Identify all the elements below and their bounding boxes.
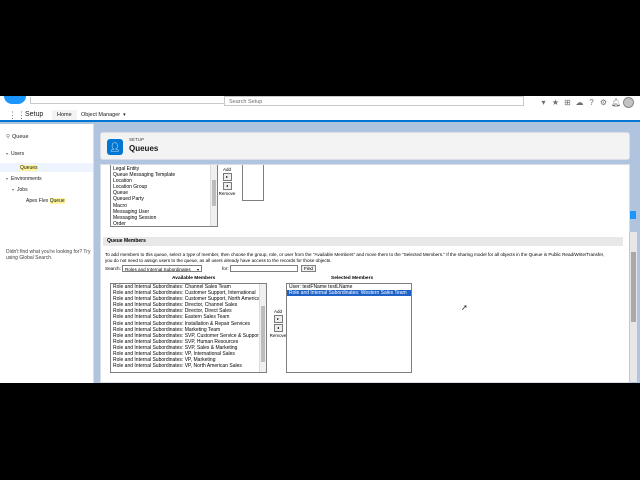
selected-row-bg — [0, 163, 93, 172]
tree-node-environments[interactable]: ▾ Environments — [6, 176, 42, 182]
tree-node-jobs[interactable]: ▾ Jobs — [12, 187, 28, 193]
app-launcher-icon[interactable]: ⋮⋮ — [8, 111, 26, 120]
member-search-input[interactable] — [230, 265, 298, 272]
tree-node-jobs-label: Jobs — [17, 187, 28, 193]
mouse-cursor-icon: ➚ — [461, 303, 468, 312]
tree-node-environments-label: Environments — [11, 176, 42, 182]
tab-object-manager-label: Object Manager — [81, 112, 121, 118]
side-panel-tab[interactable] — [630, 211, 636, 219]
trailhead-icon[interactable]: ☁ — [575, 98, 584, 107]
page-scrollbar[interactable] — [629, 232, 637, 382]
scrollbar[interactable] — [259, 284, 266, 372]
member-type-value: Roles and Internal Subordinates — [125, 267, 191, 272]
header-utility-icons: ▾ ★ ⊞ ☁ ? ⚙ 🔔︎ — [539, 97, 634, 108]
help-icon[interactable]: ? — [587, 98, 596, 107]
selected-members-header: Selected Members — [331, 276, 374, 281]
add-label: Add — [222, 167, 231, 172]
list-item-selected[interactable]: Role and Internal Subordinates: Western … — [287, 290, 411, 297]
scrollbar-thumb[interactable] — [261, 306, 265, 362]
add-arrow-button[interactable]: ▸ — [222, 173, 232, 181]
page-scrollbar-thumb[interactable] — [631, 252, 636, 322]
list-item[interactable]: Order — [111, 221, 217, 226]
available-members-header: Available Members — [172, 276, 216, 281]
tab-home[interactable]: Home — [52, 110, 77, 122]
sidebar-item-queues-label: Queues — [20, 165, 38, 171]
sidebar-item-queues[interactable]: Queues — [20, 165, 38, 171]
queues-icon: 👤︎ — [107, 139, 123, 155]
selected-members-list[interactable]: User: testFName testLName Role and Inter… — [286, 283, 412, 373]
sidebar-item-apex-flex-queue[interactable]: Apex Flex Queue — [26, 198, 65, 204]
available-objects-list[interactable]: Legal Entity Queue Messaging Template Lo… — [110, 165, 218, 227]
find-button[interactable]: Find — [301, 265, 316, 272]
dropdown-icon[interactable]: ▾ — [539, 98, 548, 107]
chevron-down-icon[interactable]: ▾ — [6, 176, 8, 181]
queue-edit-form: Legal Entity Queue Messaging Template Lo… — [100, 164, 630, 383]
member-search-row: Search: Roles and Internal Subordinates ▾… — [105, 265, 316, 272]
remove-arrow-button[interactable]: ◂ — [222, 182, 232, 190]
gear-icon[interactable]: ⚙ — [599, 98, 608, 107]
add-arrow-button[interactable]: ▸ — [273, 315, 283, 323]
object-move-buttons: Add ▸ ◂ Remove — [216, 167, 238, 196]
favorites-icon[interactable]: ★ — [551, 98, 560, 107]
queue-members-header: Queue Members — [103, 237, 623, 246]
main-content: 👤︎ SETUP Queues Legal Entity Queue Messa… — [96, 124, 636, 383]
apex-flex-prefix: Apex Flex — [26, 198, 50, 204]
avatar[interactable] — [623, 97, 634, 108]
tab-object-manager[interactable]: Object Manager ▾ — [76, 110, 131, 120]
help-text: Didn't find what you're looking for? Try… — [6, 249, 91, 261]
quick-find-value: Queue — [12, 134, 29, 140]
tab-home-label: Home — [57, 112, 72, 118]
chevron-down-icon[interactable]: ▾ — [6, 151, 8, 156]
selected-objects-list[interactable] — [242, 165, 264, 201]
list-item[interactable]: Role and Internal Subordinates: SVP, Cus… — [111, 333, 266, 339]
app-name: Setup — [25, 111, 44, 118]
tree-node-users-label: Users — [11, 151, 25, 157]
remove-arrow-button[interactable]: ◂ — [273, 324, 283, 332]
context-bar: ⋮⋮ Setup Home Object Manager ▾ — [0, 109, 640, 122]
quick-find-input[interactable]: ⚲ Queue — [6, 134, 29, 140]
global-header: Search Setup ▾ ★ ⊞ ☁ ? ⚙ 🔔︎ — [0, 96, 640, 109]
queue-members-instructions: To add members to this queue, select a t… — [105, 252, 605, 263]
available-members-list[interactable]: Role and Internal Subordinates: Channel … — [110, 283, 267, 373]
search-label: Search: — [105, 266, 121, 271]
breadcrumb: SETUP — [129, 137, 145, 142]
chevron-down-icon[interactable]: ▾ — [197, 266, 199, 273]
apex-flex-highlight: Queue — [49, 198, 65, 204]
chevron-down-icon[interactable]: ▾ — [123, 112, 126, 118]
notifications-icon[interactable]: 🔔︎ — [611, 98, 621, 107]
chevron-down-icon[interactable]: ▾ — [12, 187, 14, 192]
salesforce-logo[interactable] — [4, 96, 26, 104]
global-search-input[interactable]: Search Setup — [224, 96, 524, 106]
add-icon[interactable]: ⊞ — [563, 98, 572, 107]
for-label: for: — [222, 266, 229, 271]
app-window: Search Setup ▾ ★ ⊞ ☁ ? ⚙ 🔔︎ ⋮⋮ Setup Hom… — [0, 96, 640, 383]
setup-sidebar: ⚲ Queue ▾ Users Queues ▾ Environments ▾ Jobs… — [0, 124, 94, 383]
page-title: Queues — [129, 144, 159, 153]
search-dropdown-panel — [30, 97, 228, 104]
member-type-select[interactable]: Roles and Internal Subordinates ▾ — [122, 265, 202, 272]
tree-node-users[interactable]: ▾ Users — [6, 151, 24, 157]
list-item[interactable]: Role and Internal Subordinates: VP, Nort… — [111, 363, 266, 369]
page-header: 👤︎ SETUP Queues — [100, 132, 630, 160]
list-item[interactable]: Role and Internal Subordinates: Installa… — [111, 321, 266, 327]
remove-label: Remove — [218, 191, 236, 196]
